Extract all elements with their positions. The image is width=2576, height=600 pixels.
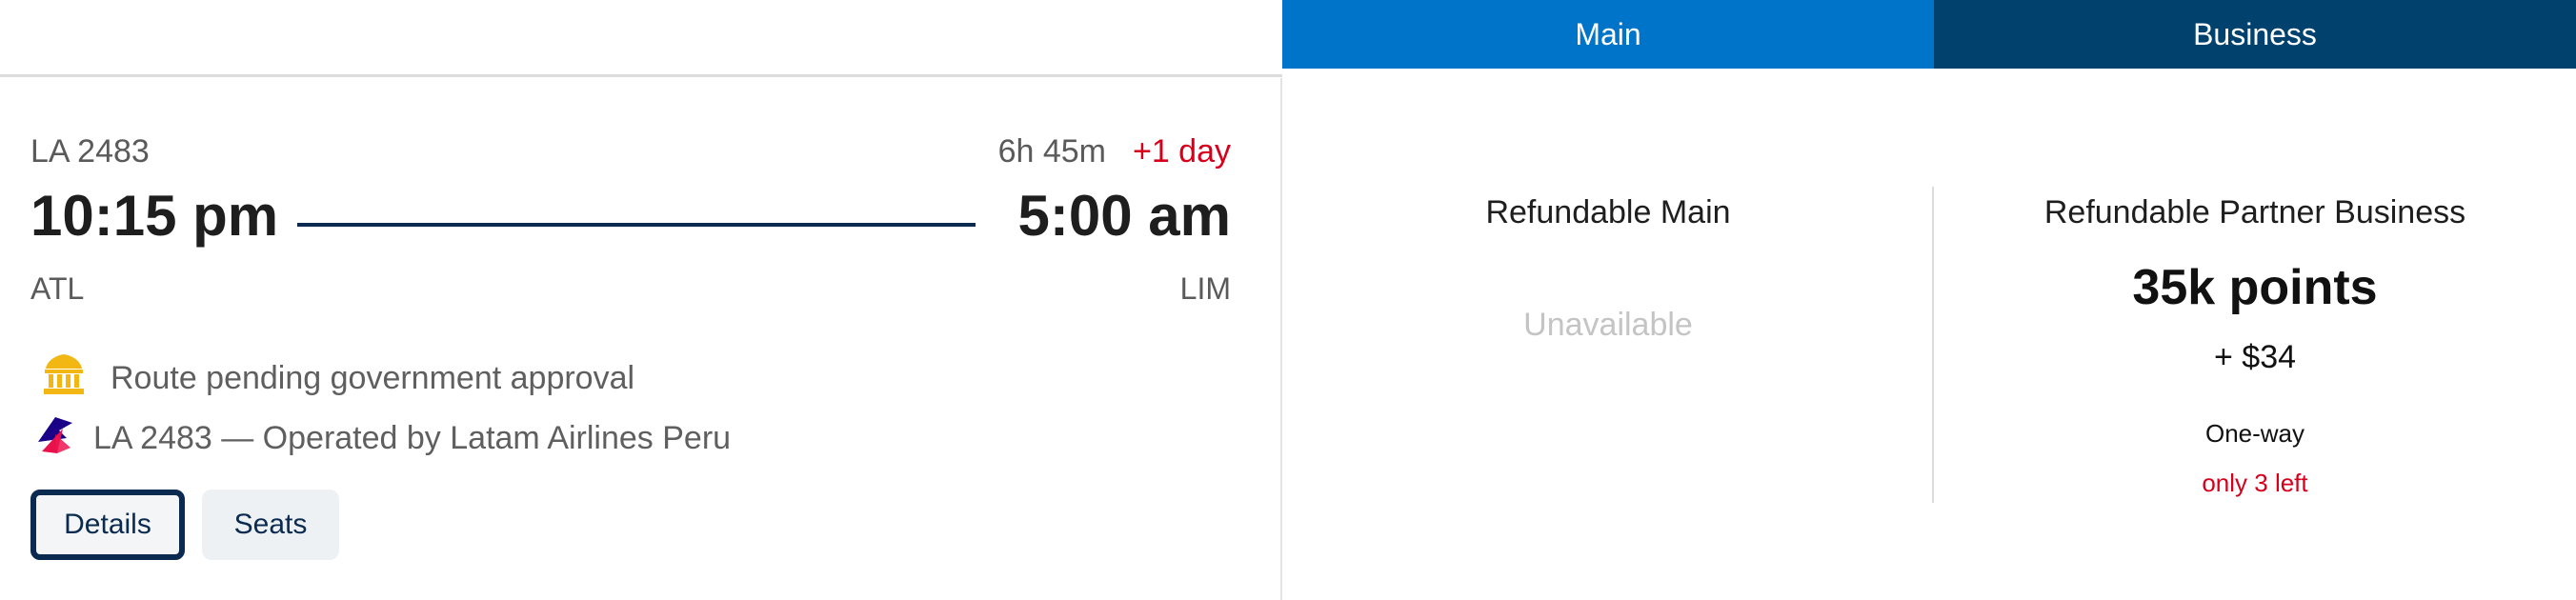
seats-button[interactable]: Seats xyxy=(202,490,339,560)
latam-logo-icon xyxy=(34,413,76,464)
route-line xyxy=(297,223,976,227)
header-divider xyxy=(0,74,1282,77)
fare-main-title: Refundable Main xyxy=(1485,194,1731,230)
seats-left-badge: only 3 left xyxy=(2202,469,2308,497)
origin-airport: ATL xyxy=(30,271,85,306)
duration-group: 6h 45m +1 day xyxy=(998,133,1231,170)
tab-business-label: Business xyxy=(2193,16,2317,51)
operated-by-row: LA 2483 — Operated by Latam Airlines Per… xyxy=(34,413,731,464)
flight-number: LA 2483 xyxy=(30,133,150,170)
fare-main-unavailable: Unavailable xyxy=(1523,307,1693,343)
approval-notice-text: Route pending government approval xyxy=(111,360,635,396)
destination-airport: LIM xyxy=(1179,271,1231,306)
arrival-time: 5:00 am xyxy=(1017,184,1231,248)
fare-business-points[interactable]: 35k points xyxy=(1934,259,2576,316)
flight-duration: 6h 45m xyxy=(997,133,1106,170)
fare-business-cash: + $34 xyxy=(2213,339,2297,375)
details-button-label: Details xyxy=(64,509,151,540)
departure-time: 10:15 pm xyxy=(30,184,279,248)
government-building-icon xyxy=(42,352,86,405)
details-button[interactable]: Details xyxy=(30,490,185,560)
tab-main-label: Main xyxy=(1575,16,1641,51)
operated-by-text: LA 2483 — Operated by Latam Airlines Per… xyxy=(93,420,732,456)
fare-business-title: Refundable Partner Business xyxy=(2043,194,2466,230)
fare-trip-type: One-way xyxy=(2204,419,2305,448)
tab-main[interactable]: Main xyxy=(1282,0,1934,69)
seats-button-label: Seats xyxy=(233,509,308,540)
tab-business[interactable]: Business xyxy=(1934,0,2576,69)
day-offset-badge: +1 day xyxy=(1132,133,1231,170)
approval-notice: Route pending government approval xyxy=(42,352,634,405)
